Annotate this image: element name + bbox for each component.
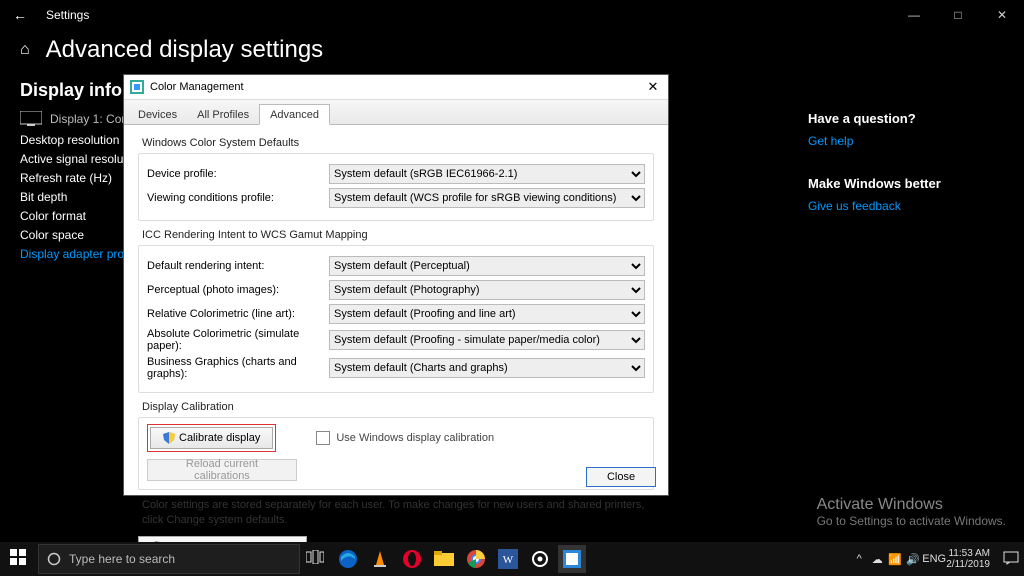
- vlc-icon: [371, 549, 389, 569]
- taskbar-app-chrome[interactable]: [462, 545, 490, 573]
- dialog-title: Color Management: [150, 81, 638, 93]
- app-title: Settings: [40, 8, 892, 22]
- tray-show-hidden-icon[interactable]: ^: [850, 553, 868, 565]
- tray-volume-icon[interactable]: 🔊: [904, 553, 922, 566]
- feedback-heading: Make Windows better: [808, 176, 1008, 191]
- perceptual-label: Perceptual (photo images):: [147, 284, 329, 296]
- reload-calibrations-label: Reload current calibrations: [160, 458, 284, 482]
- word-icon: W: [498, 549, 518, 569]
- watermark-title: Activate Windows: [817, 496, 1006, 514]
- gear-icon: [531, 550, 549, 568]
- tray-time: 11:53 AM: [946, 548, 990, 559]
- business-graphics-label: Business Graphics (charts and graphs):: [147, 356, 329, 380]
- activate-windows-watermark: Activate Windows Go to Settings to activ…: [817, 496, 1006, 528]
- calibrate-display-label: Calibrate display: [179, 432, 260, 444]
- task-view-button[interactable]: [300, 550, 330, 569]
- tab-advanced[interactable]: Advanced: [259, 104, 330, 125]
- action-center-button[interactable]: [998, 551, 1024, 568]
- folder-icon: [434, 551, 454, 567]
- back-button[interactable]: ←: [0, 7, 40, 23]
- use-windows-calibration-label: Use Windows display calibration: [336, 432, 494, 444]
- monitor-icon: [20, 111, 42, 127]
- give-feedback-link[interactable]: Give us feedback: [808, 199, 1008, 213]
- close-window-button[interactable]: ✕: [980, 8, 1024, 22]
- dialog-close-icon[interactable]: ✕: [638, 79, 668, 95]
- maximize-button[interactable]: □: [936, 8, 980, 22]
- tab-all-profiles[interactable]: All Profiles: [187, 105, 259, 124]
- calibrate-display-button[interactable]: Calibrate display: [150, 427, 273, 449]
- tray-network-icon[interactable]: 📶: [886, 553, 904, 566]
- taskbar-app-vlc[interactable]: [366, 545, 394, 573]
- svg-text:W: W: [503, 554, 514, 566]
- reload-calibrations-button: Reload current calibrations: [147, 459, 297, 481]
- watermark-subtitle: Go to Settings to activate Windows.: [817, 514, 1006, 528]
- edge-icon: [338, 549, 358, 569]
- tray-language[interactable]: ENG: [922, 553, 940, 565]
- tray-onedrive-icon[interactable]: ☁: [868, 553, 886, 566]
- tab-devices[interactable]: Devices: [128, 105, 187, 124]
- device-profile-select[interactable]: System default (sRGB IEC61966-2.1): [329, 164, 645, 184]
- chrome-icon: [466, 549, 486, 569]
- taskbar-app-edge[interactable]: [334, 545, 362, 573]
- group-icc-rendering: ICC Rendering Intent to WCS Gamut Mappin…: [142, 229, 654, 241]
- cortana-icon: [47, 552, 61, 566]
- viewing-conditions-label: Viewing conditions profile:: [147, 192, 329, 204]
- dialog-close-button[interactable]: Close: [586, 467, 656, 487]
- default-rendering-label: Default rendering intent:: [147, 260, 329, 272]
- business-graphics-select[interactable]: System default (Charts and graphs): [329, 358, 645, 378]
- relative-colorimetric-label: Relative Colorimetric (line art):: [147, 308, 329, 320]
- use-windows-calibration-checkbox[interactable]: Use Windows display calibration: [316, 431, 494, 445]
- relative-colorimetric-select[interactable]: System default (Proofing and line art): [329, 304, 645, 324]
- absolute-colorimetric-select[interactable]: System default (Proofing - simulate pape…: [329, 330, 645, 350]
- opera-icon: [402, 549, 422, 569]
- shield-icon: [163, 432, 175, 444]
- help-heading: Have a question?: [808, 111, 1008, 126]
- home-icon[interactable]: ⌂: [20, 41, 30, 59]
- notification-icon: [1003, 551, 1019, 565]
- color-management-dialog: Color Management ✕ Devices All Profiles …: [124, 75, 668, 495]
- taskbar-app-opera[interactable]: [398, 545, 426, 573]
- taskbar-search[interactable]: Type here to search: [38, 544, 300, 574]
- page-title: Advanced display settings: [46, 36, 324, 64]
- viewing-conditions-select[interactable]: System default (WCS profile for sRGB vie…: [329, 188, 645, 208]
- checkbox-icon: [316, 431, 330, 445]
- group-windows-color-defaults: Windows Color System Defaults: [142, 137, 654, 149]
- absolute-colorimetric-label: Absolute Colorimetric (simulate paper):: [147, 328, 329, 352]
- minimize-button[interactable]: ―: [892, 8, 936, 22]
- taskbar-app-settings[interactable]: [526, 545, 554, 573]
- default-rendering-select[interactable]: System default (Perceptual): [329, 256, 645, 276]
- taskbar-app-color-management[interactable]: [558, 545, 586, 573]
- tray-clock[interactable]: 11:53 AM 2/11/2019: [946, 548, 990, 570]
- color-management-icon: [130, 80, 144, 94]
- tray-date: 2/11/2019: [946, 559, 990, 570]
- color-management-icon: [563, 550, 581, 568]
- taskbar-app-file-explorer[interactable]: [430, 545, 458, 573]
- perceptual-select[interactable]: System default (Photography): [329, 280, 645, 300]
- search-placeholder: Type here to search: [69, 552, 175, 566]
- device-profile-label: Device profile:: [147, 168, 329, 180]
- start-button[interactable]: [0, 549, 36, 570]
- get-help-link[interactable]: Get help: [808, 134, 1008, 148]
- color-settings-note: Color settings are stored separately for…: [142, 498, 650, 528]
- taskbar-app-word[interactable]: W: [494, 545, 522, 573]
- task-view-icon: [306, 550, 324, 564]
- calibrate-highlight: Calibrate display: [147, 424, 276, 452]
- group-display-calibration: Display Calibration: [142, 401, 654, 413]
- windows-logo-icon: [10, 549, 26, 565]
